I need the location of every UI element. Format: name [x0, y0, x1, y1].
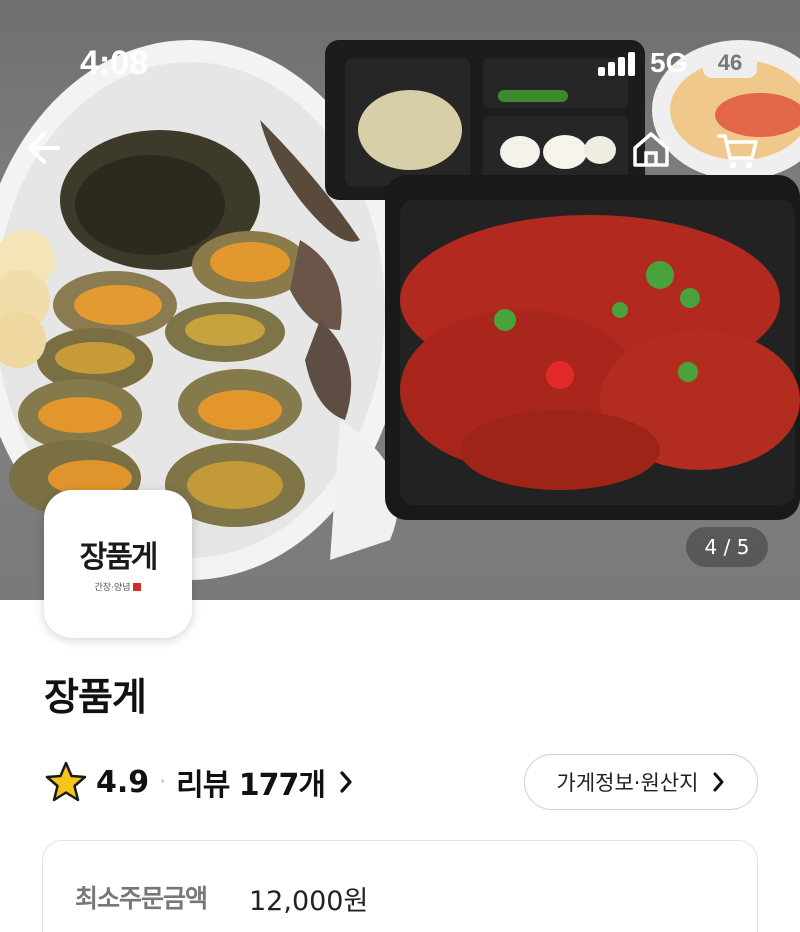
rating-separator: · [159, 769, 167, 795]
store-detail-screen: 4:08 5G 46 4 / 5 장품게 간장·양념 장품게 4.9 · 리뷰 … [0, 0, 800, 932]
gallery-page-counter: 4 / 5 [686, 527, 768, 567]
chevron-right-icon [713, 772, 724, 792]
order-info-card: 최소주문금액 12,000원 [42, 840, 758, 932]
store-info-label: 가게정보·원산지 [556, 771, 699, 795]
cart-icon [717, 134, 758, 168]
home-icon [633, 132, 669, 167]
back-button[interactable] [22, 128, 82, 188]
logo-subtext: 간장·양념 [95, 580, 142, 593]
home-button[interactable] [630, 128, 690, 188]
min-order-label: 최소주문금액 [75, 884, 208, 913]
rating-row: 4.9 · 리뷰 177개 [44, 756, 353, 808]
signal-icon [598, 52, 638, 76]
chevron-right-icon [340, 771, 352, 793]
review-link[interactable]: 리뷰 177개 [176, 760, 353, 804]
rating-value: 4.9 [96, 764, 150, 800]
status-bar: 4:08 5G 46 [0, 0, 800, 120]
star-icon [45, 761, 87, 802]
review-count: 리뷰 177개 [176, 768, 326, 803]
back-arrow-icon [28, 132, 60, 164]
battery-indicator: 46 [703, 48, 757, 78]
status-time: 4:08 [80, 44, 149, 82]
store-info-button[interactable]: 가게정보·원산지 [524, 754, 758, 810]
cart-button[interactable] [716, 128, 776, 188]
store-logo: 장품게 간장·양념 [44, 490, 192, 638]
logo-text: 장품게 [79, 539, 159, 575]
min-order-value: 12,000원 [249, 886, 369, 917]
store-name: 장품게 [44, 675, 147, 719]
network-label: 5G [650, 47, 688, 78]
